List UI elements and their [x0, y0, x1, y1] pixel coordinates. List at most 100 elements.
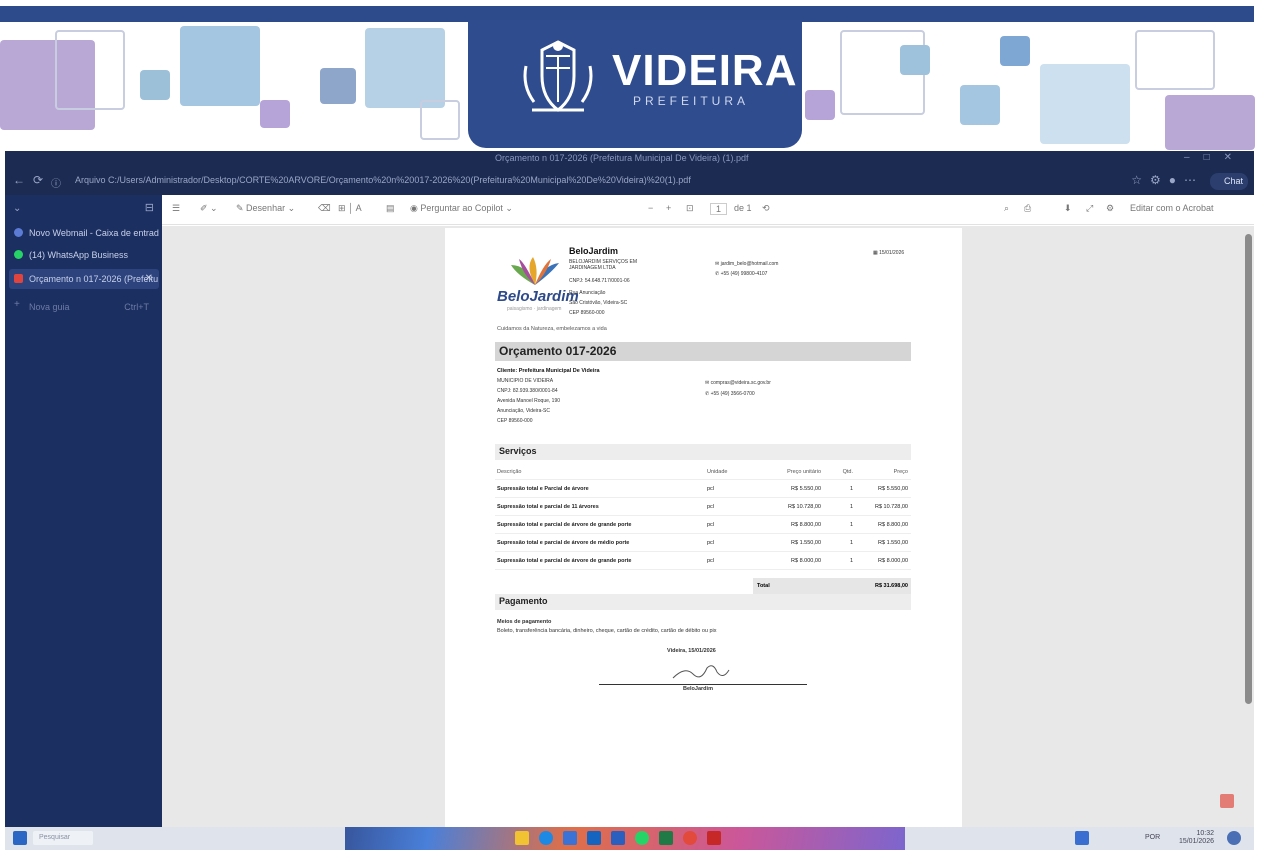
client-phone: ✆ +55 (49) 3566-0700 [705, 391, 755, 397]
floating-action-icon[interactable] [1220, 794, 1234, 808]
refresh-icon[interactable]: ⟳ [33, 173, 43, 187]
row-unit-price: R$ 8.800,00 [791, 522, 821, 528]
row-description: Supressão total e parcial de árvore de g… [497, 558, 632, 564]
file-info-icon[interactable]: ⓘ [51, 175, 61, 190]
language-indicator[interactable]: POR [1145, 834, 1160, 841]
decor-square [55, 30, 125, 110]
window-titlebar: Orçamento n 017-2026 (Prefeitura Municip… [5, 151, 1254, 167]
tab-actions-icon[interactable]: ⌄ [13, 203, 21, 214]
print-icon[interactable]: ⎙ [1024, 203, 1031, 214]
payment-methods: Boleto, transferência bancária, dinheiro… [497, 628, 717, 634]
rotate-icon[interactable]: ⟲ [762, 203, 770, 214]
draw-label: Desenhar [246, 203, 286, 213]
search-placeholder: Pesquisar [39, 834, 71, 841]
fit-page-icon[interactable]: ⊡ [686, 203, 694, 214]
company-email-text: jardim_belo@hotmail.com [720, 261, 779, 267]
collapse-tabs-icon[interactable]: ⊟ [145, 201, 154, 214]
window-controls[interactable]: –□✕ [1184, 152, 1246, 163]
header-unit-price: Preço unitário [787, 469, 821, 475]
windows-taskbar: Pesquisar POR 10:32 15/01/2026 [5, 827, 1254, 850]
mail-icon [14, 228, 23, 237]
mail-app-icon[interactable] [587, 831, 601, 845]
row-unit-price: R$ 10.728,00 [787, 504, 821, 510]
copilot-button[interactable]: Chat [1210, 173, 1248, 190]
total-value: R$ 31.698,00 [874, 583, 908, 589]
tab-pdf-orcamento[interactable]: Orçamento n 017-2026 (Prefeitu ✕ [9, 269, 159, 289]
decor-square [1165, 95, 1255, 150]
client-name: Cliente: Prefeitura Municipal De Videira [497, 368, 600, 374]
payment-heading-bar [495, 594, 911, 610]
header-unit: Unidade [707, 469, 728, 475]
zoom-in-button[interactable]: + [666, 203, 671, 213]
fullscreen-icon[interactable]: ⤢ [1086, 203, 1093, 214]
row-description: Supressão total e Parcial de árvore [497, 486, 589, 492]
contents-icon[interactable]: ☰ [172, 203, 180, 214]
client-phone-text: +55 (49) 3566-0700 [710, 391, 755, 397]
edge-icon[interactable] [539, 831, 553, 845]
back-arrow-icon[interactable]: ← [13, 173, 25, 187]
row-unit: pcl [707, 504, 715, 510]
search-icon[interactable]: ⌕ [1004, 203, 1009, 214]
table-row: Supressão total e parcial de 11 árvores … [495, 498, 911, 516]
vertical-scrollbar[interactable] [1245, 234, 1252, 704]
payment-heading: Pagamento [499, 596, 548, 606]
signature-scribble-icon [672, 665, 730, 679]
row-price: R$ 1.550,00 [878, 540, 908, 546]
header-description: Descrição [497, 469, 522, 475]
table-row: Supressão total e Parcial de árvore pcl … [495, 480, 911, 498]
settings-icon[interactable]: ⚙ [1106, 203, 1114, 214]
tab-whatsapp[interactable]: (14) WhatsApp Business [9, 245, 159, 265]
plus-icon: + [14, 299, 20, 310]
quote-title: Orçamento 017-2026 [499, 344, 617, 358]
copilot-ask-button[interactable]: ◉ Perguntar ao Copilot ⌄ [410, 203, 513, 214]
client-cnpj: CNPJ: 82.939.380/0001-84 [497, 388, 558, 394]
zoom-out-button[interactable]: − [648, 203, 653, 213]
client-cep: CEP 89560-000 [497, 418, 533, 424]
search-box[interactable]: Pesquisar [33, 831, 93, 845]
row-unit: pcl [707, 486, 715, 492]
total-label: Total [757, 583, 770, 589]
row-qty: 1 [849, 504, 853, 510]
file-explorer-icon[interactable] [515, 831, 529, 845]
company-email: ✉ jardim_belo@hotmail.com [715, 261, 778, 267]
tab-new[interactable]: + Nova guia Ctrl+T [9, 297, 159, 317]
page-number-input[interactable]: 1 [710, 203, 728, 215]
address-actions-icon[interactable]: ☆⚙●⋯ [1131, 173, 1204, 187]
window-title: Orçamento n 017-2026 (Prefeitura Municip… [495, 153, 749, 163]
tab-webmail[interactable]: Novo Webmail - Caixa de entrada [9, 223, 159, 243]
word-icon[interactable] [611, 831, 625, 845]
row-description: Supressão total e parcial de árvore de m… [497, 540, 630, 546]
highlight-icon[interactable]: ✐ ⌄ [200, 203, 218, 214]
address-url[interactable]: Arquivo C:/Users/Administrador/Desktop/C… [75, 175, 725, 185]
company-name: BeloJardim [569, 246, 619, 256]
eraser-icon[interactable]: ⌫ [318, 203, 331, 214]
services-heading: Serviços [499, 446, 537, 456]
signature-place-date: Videira, 15/01/2026 [667, 648, 716, 654]
system-tray-icon[interactable] [1075, 831, 1089, 845]
document-date: ▦ 15/01/2026 [873, 250, 904, 256]
clock-time: 10:32 [1196, 830, 1214, 837]
close-tab-icon[interactable]: ✕ [145, 273, 153, 284]
edit-acrobat-button[interactable]: Editar com o Acrobat [1130, 203, 1214, 213]
text-icon[interactable]: ⊞ │ A [338, 203, 362, 214]
chrome-icon[interactable] [683, 831, 697, 845]
pdf-page: BeloJardim paisagismo · jardinagem BeloJ… [445, 228, 962, 828]
draw-button[interactable]: ✎ Desenhar ⌄ [236, 203, 295, 214]
decor-square [960, 85, 1000, 125]
address-label: Arquivo [75, 175, 106, 185]
whatsapp-app-icon[interactable] [635, 831, 649, 845]
save-icon[interactable]: ⬇ [1064, 203, 1072, 214]
pdf-app-icon[interactable] [707, 831, 721, 845]
row-qty: 1 [849, 522, 853, 528]
start-icon[interactable] [13, 831, 27, 845]
store-icon[interactable] [563, 831, 577, 845]
notifications-icon[interactable] [1227, 831, 1241, 845]
clock[interactable]: 10:32 15/01/2026 [1179, 830, 1214, 846]
row-unit-price: R$ 8.000,00 [791, 558, 821, 564]
city-crest-icon [523, 40, 593, 112]
decor-square [320, 68, 356, 104]
read-aloud-icon[interactable]: ▤ [386, 203, 395, 214]
row-price: R$ 8.000,00 [878, 558, 908, 564]
row-unit: pcl [707, 522, 715, 528]
excel-icon[interactable] [659, 831, 673, 845]
